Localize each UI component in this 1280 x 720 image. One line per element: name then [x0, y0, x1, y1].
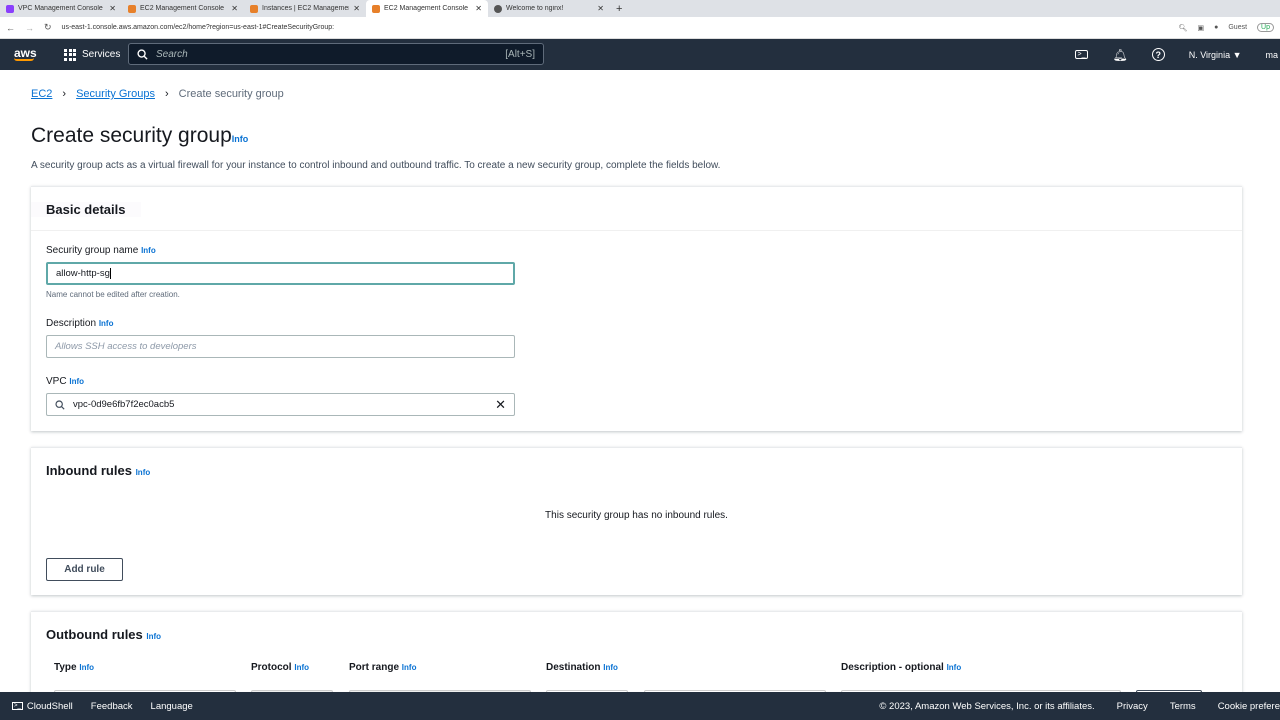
browser-tab-active[interactable]: EC2 Management Console ✕: [366, 0, 488, 17]
feedback-link[interactable]: Feedback: [91, 701, 133, 712]
globe-favicon-icon: [494, 4, 502, 13]
info-link[interactable]: Info: [99, 319, 114, 328]
close-tab-icon[interactable]: ✕: [109, 4, 116, 13]
description-input[interactable]: Allows SSH access to developers: [46, 335, 515, 358]
address-bar-row: ← → ↻ us-east-1.console.aws.amazon.com/e…: [0, 17, 1280, 39]
search-icon: [137, 48, 148, 60]
browser-tab[interactable]: Instances | EC2 Management Co…✕: [244, 0, 366, 17]
update-button[interactable]: Up: [1257, 23, 1274, 32]
cloudshell-icon[interactable]: >_: [1074, 50, 1089, 59]
breadcrumb-ec2[interactable]: EC2: [31, 88, 52, 100]
breadcrumb: EC2 › Security Groups › Create security …: [31, 88, 284, 100]
browser-tab-bar: VPC Management Console ✕ EC2 Management C…: [0, 0, 1280, 17]
browser-tab[interactable]: EC2 Management Console ✕: [122, 0, 244, 17]
vpc-favicon-icon: [6, 4, 14, 13]
cookie-preferences-link[interactable]: Cookie prefere: [1218, 701, 1280, 712]
add-rule-button[interactable]: Add rule: [46, 558, 123, 581]
aws-top-nav: aws Services Search [Alt+S] >_ 🔔︎ ? N. V…: [0, 39, 1280, 70]
close-tab-icon[interactable]: ✕: [475, 4, 482, 13]
profile-name[interactable]: Guest: [1228, 24, 1247, 31]
region-selector[interactable]: N. Virginia ▼: [1189, 50, 1242, 60]
basic-details-panel: Basic details Security group name Info a…: [31, 186, 1242, 431]
vpc-select-input[interactable]: vpc-0d9e6fb7f2ec0acb5 ✕: [46, 393, 515, 416]
page-title-row: Create security groupInfo: [31, 124, 248, 148]
url-field[interactable]: us-east-1.console.aws.amazon.com/ec2/hom…: [62, 24, 1169, 31]
column-protocol: Protocol Info: [251, 662, 310, 673]
info-link[interactable]: Info: [141, 246, 156, 255]
description-label: Description: [46, 318, 97, 329]
console-footer: >_ CloudShell Feedback Language © 2023, …: [0, 692, 1280, 720]
breadcrumb-current: Create security group: [178, 88, 284, 100]
page-title: Create security group: [31, 124, 232, 147]
column-port-range: Port range Info: [349, 662, 417, 673]
close-tab-icon[interactable]: ✕: [597, 4, 604, 13]
close-tab-icon[interactable]: ✕: [231, 4, 238, 13]
security-group-name-input[interactable]: allow-http-sg: [46, 262, 515, 285]
forward-icon[interactable]: →: [25, 23, 34, 33]
privacy-link[interactable]: Privacy: [1117, 701, 1148, 712]
grid-icon: [64, 48, 76, 61]
section-heading: Basic details: [31, 202, 141, 217]
info-link[interactable]: Info: [146, 632, 161, 641]
terms-link[interactable]: Terms: [1170, 701, 1196, 712]
help-icon[interactable]: ?: [1151, 48, 1165, 61]
column-type: Type Info: [54, 662, 95, 673]
name-label: Security group name: [46, 245, 139, 256]
search-input[interactable]: Search [Alt+S]: [128, 43, 544, 65]
section-heading: Inbound rules: [46, 463, 132, 478]
clear-icon[interactable]: ✕: [495, 397, 506, 413]
ec2-favicon-icon: [128, 4, 136, 13]
column-description: Description - optional Info: [841, 662, 962, 673]
cloudshell-link[interactable]: CloudShell: [27, 701, 73, 712]
close-tab-icon[interactable]: ✕: [353, 4, 360, 13]
reload-icon[interactable]: ↻: [44, 22, 52, 33]
browser-tab[interactable]: VPC Management Console ✕: [0, 0, 122, 17]
sidepanel-icon[interactable]: ▣: [1198, 24, 1205, 32]
zoom-icon[interactable]: 🔍︎: [1179, 24, 1188, 32]
bell-icon[interactable]: 🔔︎: [1112, 48, 1127, 62]
back-icon[interactable]: ←: [6, 23, 15, 33]
language-link[interactable]: Language: [151, 701, 193, 712]
ec2-favicon-icon: [250, 4, 258, 13]
browser-tab[interactable]: Welcome to nginx! ✕: [488, 0, 610, 17]
chevron-right-icon: ›: [164, 88, 169, 100]
services-menu-button[interactable]: Services: [64, 48, 120, 61]
info-link[interactable]: Info: [232, 134, 249, 144]
new-tab-icon[interactable]: +: [616, 3, 622, 15]
account-menu[interactable]: ma: [1265, 50, 1278, 60]
column-destination: Destination Info: [546, 662, 618, 673]
vpc-label: VPC: [46, 376, 67, 387]
copyright: © 2023, Amazon Web Services, Inc. or its…: [879, 700, 1095, 712]
search-icon: [55, 399, 65, 410]
name-hint: Name cannot be edited after creation.: [46, 290, 180, 299]
chevron-right-icon: ›: [62, 88, 67, 100]
inbound-rules-panel: Inbound rules Info This security group h…: [31, 447, 1242, 595]
profile-icon[interactable]: ●: [1214, 24, 1218, 31]
cloudshell-icon[interactable]: >_: [12, 702, 23, 710]
info-link[interactable]: Info: [136, 468, 151, 477]
ec2-favicon-icon: [372, 4, 380, 13]
empty-inbound-message: This security group has no inbound rules…: [545, 510, 728, 521]
breadcrumb-security-groups[interactable]: Security Groups: [76, 88, 155, 100]
aws-logo[interactable]: aws: [14, 47, 44, 61]
info-link[interactable]: Info: [69, 377, 84, 386]
section-heading: Outbound rules: [46, 627, 143, 642]
page-description: A security group acts as a virtual firew…: [31, 160, 721, 171]
